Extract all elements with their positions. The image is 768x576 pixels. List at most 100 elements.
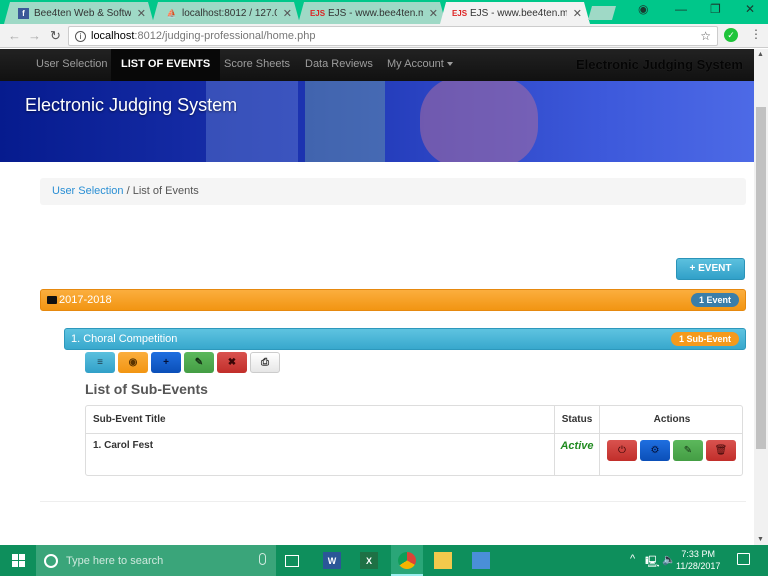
scroll-down-icon[interactable]: ▼ — [757, 536, 764, 543]
pencil-icon: ✎ — [683, 445, 693, 456]
gear-icon: ⚙ — [650, 445, 660, 456]
subevents-heading: List of Sub-Events — [85, 381, 208, 397]
nav-user-selection[interactable]: User Selection — [36, 49, 108, 81]
event-count-badge: 1 Event — [690, 293, 739, 307]
cortana-icon — [44, 553, 58, 568]
forward-icon[interactable]: → — [28, 28, 41, 43]
table-row: 1. Carol Fest Active ⏻ ⚙ ✎ 🗑 — [86, 434, 742, 476]
delete-subevent-button[interactable]: 🗑 — [706, 440, 736, 461]
settings-button[interactable]: ⚙ — [640, 440, 670, 461]
new-tab-button[interactable] — [588, 6, 616, 20]
scroll-up-icon[interactable]: ▲ — [757, 51, 764, 58]
breadcrumb-current: List of Events — [132, 185, 199, 197]
nav-list-of-events[interactable]: LIST OF EVENTS — [111, 49, 221, 81]
remove-icon: ✖ — [227, 357, 237, 368]
hero-banner: Electronic Judging System — [0, 81, 754, 162]
event-header[interactable]: 1. Choral Competition 1 Sub-Event — [64, 328, 746, 350]
close-tab-icon[interactable]: ✕ — [283, 7, 292, 20]
list-button[interactable]: ≡ — [85, 352, 115, 373]
back-icon[interactable]: ← — [8, 28, 21, 43]
close-tab-icon[interactable]: ✕ — [137, 7, 146, 20]
col-header-title: Sub-Event Title — [93, 414, 166, 425]
chrome-icon[interactable] — [398, 552, 416, 569]
add-event-button[interactable]: + EVENT — [676, 258, 745, 280]
nav-data-reviews[interactable]: Data Reviews — [305, 49, 373, 81]
browser-tab-ejs-active[interactable]: EJS EJS - www.bee4ten.ml ✕ — [440, 2, 590, 24]
col-header-status: Status — [554, 406, 599, 434]
delete-event-button[interactable]: ✖ — [217, 352, 247, 373]
browser-tab-strip: f Bee4ten Web & Software ✕ ⛵ localhost:8… — [0, 0, 768, 24]
edit-event-button[interactable]: ✎ — [184, 352, 214, 373]
edit-subevent-button[interactable]: ✎ — [673, 440, 703, 461]
plus-icon: + — [163, 357, 169, 368]
page-scrollbar[interactable]: ▲ ▼ — [754, 49, 768, 545]
hero-title: Electronic Judging System — [25, 95, 238, 115]
power-icon: ⏻ — [618, 445, 626, 456]
info-icon[interactable]: i — [75, 30, 86, 42]
profile-icon[interactable]: ◉ — [638, 2, 648, 16]
windows-logo-icon — [11, 554, 25, 567]
subevent-title: 1. Carol Fest — [93, 440, 154, 451]
print-icon: ⎙ — [261, 357, 269, 368]
minimize-icon[interactable]: — — [675, 2, 687, 16]
network-icon[interactable]: 🖳 — [645, 553, 660, 572]
windows-taskbar: Type here to search W X ^ 🖳 🔈 7:33 PM 11… — [0, 545, 768, 576]
file-explorer-icon[interactable] — [434, 552, 452, 569]
url-input[interactable]: i localhost:8012/judging-professional/ho… — [68, 26, 718, 46]
excel-icon[interactable]: X — [360, 552, 378, 569]
event-toolbar: ≡ ◉ + ✎ ✖ ⎙ — [85, 352, 280, 373]
year-group-header[interactable]: 2017-2018 1 Event — [40, 289, 746, 311]
add-subevent-button[interactable]: + — [151, 352, 181, 373]
print-button[interactable]: ⎙ — [250, 352, 280, 373]
navbar-brand[interactable]: Electronic Judging System — [576, 49, 743, 81]
folder-icon — [47, 296, 57, 304]
toggle-button[interactable]: ⏻ — [607, 440, 637, 461]
reload-icon[interactable]: ↻ — [50, 28, 61, 44]
ejs-icon: EJS — [309, 8, 326, 18]
divider — [40, 501, 746, 502]
taskbar-clock[interactable]: 7:33 PM 11/28/2017 — [676, 548, 720, 572]
facebook-icon: f — [18, 8, 29, 19]
trash-icon: 🗑 — [714, 445, 728, 456]
scrollbar-thumb[interactable] — [756, 107, 766, 449]
view-button[interactable]: ◉ — [118, 352, 148, 373]
action-center-icon[interactable] — [737, 553, 750, 565]
taskbar-search-input[interactable]: Type here to search — [36, 545, 276, 576]
browser-tab-ejs-1[interactable]: EJS EJS - www.bee4ten.ml ✕ — [298, 2, 446, 24]
tray-chevron-icon[interactable]: ^ — [630, 553, 635, 565]
nav-score-sheets[interactable]: Score Sheets — [224, 49, 290, 81]
ejs-logo-e — [206, 81, 298, 162]
ejs-icon: EJS — [451, 8, 468, 18]
ejs-logo-j — [305, 81, 385, 162]
restore-icon[interactable]: ❐ — [710, 2, 721, 16]
task-view-icon[interactable] — [285, 555, 299, 567]
top-navbar: User Selection LIST OF EVENTS Score Shee… — [0, 49, 754, 81]
nav-my-account[interactable]: My Account — [387, 49, 453, 81]
close-window-icon[interactable]: ✕ — [745, 2, 755, 16]
browser-tab-bee4ten[interactable]: f Bee4ten Web & Software ✕ — [4, 2, 154, 24]
microphone-icon[interactable] — [259, 553, 266, 565]
extension-check-icon[interactable]: ✓ — [724, 28, 738, 42]
bookmark-star-icon[interactable]: ☆ — [700, 29, 711, 43]
col-header-actions: Actions — [599, 406, 744, 434]
close-tab-icon[interactable]: ✕ — [573, 7, 582, 20]
plus-icon: + — [689, 263, 696, 274]
menu-kebab-icon[interactable]: ⋮ — [750, 27, 762, 41]
page-viewport: User Selection LIST OF EVENTS Score Shee… — [0, 49, 754, 545]
list-icon: ≡ — [97, 357, 103, 368]
browser-tab-localhost[interactable]: ⛵ localhost:8012 / 127.0.0.1 ✕ — [152, 2, 300, 24]
caret-down-icon — [446, 62, 453, 67]
phpmyadmin-icon: ⛵ — [166, 8, 177, 18]
volume-icon[interactable]: 🔈 — [662, 553, 676, 566]
app-icon[interactable] — [472, 552, 490, 569]
status-badge: Active — [554, 434, 599, 476]
pencil-icon: ✎ — [194, 357, 204, 368]
breadcrumb-user-selection[interactable]: User Selection — [52, 185, 124, 197]
start-button[interactable] — [0, 545, 36, 576]
subevent-count-badge: 1 Sub-Event — [670, 332, 739, 346]
word-icon[interactable]: W — [323, 552, 341, 569]
ejs-logo-s — [420, 81, 538, 162]
close-tab-icon[interactable]: ✕ — [429, 7, 438, 20]
eye-icon: ◉ — [128, 357, 138, 368]
address-bar: ← → ↻ i localhost:8012/judging-professio… — [0, 24, 768, 48]
